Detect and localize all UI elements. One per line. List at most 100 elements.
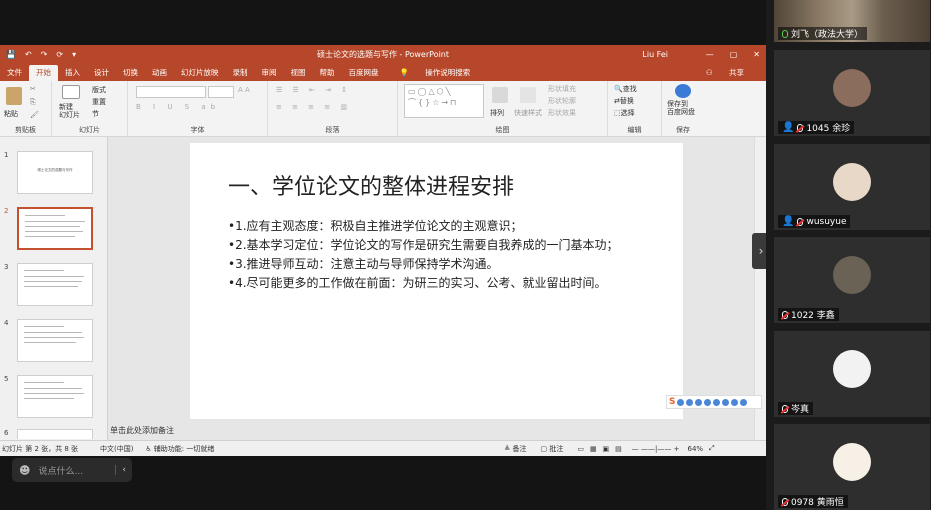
close-icon[interactable]: ✕ xyxy=(753,50,760,59)
new-slide-icon[interactable] xyxy=(62,85,80,99)
slide-thumbnail-4[interactable] xyxy=(17,319,93,362)
slide-thumbnail-1[interactable]: 硕士论文的选题与写作 xyxy=(17,151,93,194)
tab-baidu[interactable]: 百度网盘 xyxy=(342,65,386,81)
participant-tile[interactable]: 1022 李鑫 xyxy=(774,237,930,323)
font-format-buttons[interactable]: B I U S ab xyxy=(136,103,220,111)
slide-number-2: 2 xyxy=(4,207,9,215)
bullet-item[interactable]: •3.推进导师互动：注意主动与导师保持学术沟通。 xyxy=(228,257,648,272)
tab-view[interactable]: 视图 xyxy=(284,65,313,81)
language-status[interactable]: 中文(中国) xyxy=(100,444,133,454)
ime-icon xyxy=(713,398,721,406)
collapse-chat-icon[interactable]: ‹ xyxy=(115,465,126,475)
arrange-button[interactable]: 排列 xyxy=(490,108,504,118)
slide-number-4: 4 xyxy=(4,319,9,327)
slide-canvas[interactable]: 一、学位论文的整体进程安排 •1.应有主观态度：积极自主推进学位论文的主观意识；… xyxy=(190,143,683,419)
paste-button[interactable]: 粘贴 xyxy=(4,109,18,119)
layout-button[interactable]: 版式 xyxy=(92,85,106,95)
find-label: 查找 xyxy=(622,85,637,93)
tab-design[interactable]: 设计 xyxy=(87,65,116,81)
slide-thumbnail-2[interactable] xyxy=(17,207,93,250)
tab-file[interactable]: 文件 xyxy=(0,65,29,81)
quick-styles-button[interactable]: 快速样式 xyxy=(514,108,542,118)
reset-button[interactable]: 重置 xyxy=(92,97,106,107)
select-button[interactable]: ⬚选择 xyxy=(614,108,635,118)
thumb-line xyxy=(24,342,76,343)
bullet-item[interactable]: •4.尽可能更多的工作做在前面：为研三的实习、公考、就业留出时间。 xyxy=(228,276,648,291)
participant-tile[interactable]: 刘飞（政法大学） xyxy=(774,0,930,42)
tell-me-search[interactable]: 💡 操作说明搜索 xyxy=(386,65,485,81)
new-slide-button[interactable]: 新建 幻灯片 xyxy=(59,103,80,119)
editor-workspace: 1 硕士论文的选题与写作 2 3 4 5 6 一、学位论文的整体进程安排 •1.… xyxy=(0,137,766,443)
shape-effect-button[interactable]: 形状效果 xyxy=(548,108,576,118)
slide-thumbnail-3[interactable] xyxy=(17,263,93,306)
zoom-slider[interactable]: — ——|—— + xyxy=(632,445,680,453)
section-button[interactable]: 节 xyxy=(92,109,99,119)
shapes-gallery[interactable]: ▭◯△⬡╲ ⌒{}☆→⊓ xyxy=(404,84,484,118)
bullet-item[interactable]: •1.应有主观态度：积极自主推进学位论文的主观意识； xyxy=(228,219,648,234)
tab-insert[interactable]: 插入 xyxy=(58,65,87,81)
avatar xyxy=(833,350,871,388)
group-label-font: 字体 xyxy=(190,126,205,134)
font-family-select[interactable] xyxy=(136,86,206,98)
accessibility-status[interactable]: 辅助功能: 一切就绪 xyxy=(154,444,215,454)
shape-fill-button[interactable]: 形状填充 xyxy=(548,84,576,94)
participant-tile[interactable]: 👤 1045 余珍 xyxy=(774,50,930,136)
thumb-line xyxy=(25,215,65,216)
tab-record[interactable]: 录制 xyxy=(226,65,255,81)
view-buttons[interactable]: ▭▦▣▤ xyxy=(577,445,627,453)
zoom-level[interactable]: 64% xyxy=(687,445,703,453)
baidu-cloud-icon[interactable] xyxy=(675,84,691,98)
mic-muted-icon xyxy=(782,497,788,506)
notes-pane[interactable]: 单击此处添加备注 xyxy=(110,425,754,436)
save-to-baidu-button[interactable]: 保存到 百度网盘 xyxy=(667,100,695,116)
participant-tile[interactable]: 0978 黄雨恒 xyxy=(774,424,930,510)
tab-help[interactable]: 帮助 xyxy=(313,65,342,81)
ime-toolbar[interactable]: S xyxy=(666,395,762,409)
chat-input[interactable]: 说点什么... xyxy=(38,464,83,477)
replace-button[interactable]: ⇄替换 xyxy=(614,96,634,106)
participant-tile[interactable]: 👤 wusuyue xyxy=(774,144,930,230)
shape-icons: ▭◯△⬡╲ xyxy=(408,87,453,96)
tab-slideshow[interactable]: 幻灯片放映 xyxy=(174,65,226,81)
thumb-line xyxy=(25,236,75,237)
notes-button[interactable]: ≜ 备注 xyxy=(504,444,526,454)
paste-icon[interactable] xyxy=(6,87,22,105)
accessibility-icon: ♿ xyxy=(145,444,152,453)
ime-icon xyxy=(722,398,730,406)
slide-title[interactable]: 一、学位论文的整体进程安排 xyxy=(228,169,514,201)
format-painter-icon[interactable]: 🖌 xyxy=(30,111,39,119)
bullet-item[interactable]: •2.基本学习定位：学位论文的写作是研究生需要自我养成的一门基本功； xyxy=(228,238,648,253)
tab-home[interactable]: 开始 xyxy=(29,65,58,81)
tab-animations[interactable]: 动画 xyxy=(145,65,174,81)
ime-icon xyxy=(677,398,685,406)
arrange-icon[interactable] xyxy=(492,87,508,103)
slide-number-6: 6 xyxy=(4,429,9,437)
find-button[interactable]: 🔍查找 xyxy=(614,84,637,94)
emoji-icon[interactable]: ☻ xyxy=(19,464,30,477)
quick-styles-icon[interactable] xyxy=(520,87,536,103)
cut-icon[interactable]: ✂ xyxy=(30,85,36,93)
maximize-icon[interactable]: ▢ xyxy=(730,50,738,59)
align-buttons[interactable]: ≡ ≡ ≡ ≡ ▥ xyxy=(276,103,351,111)
copy-icon[interactable]: ⎘ xyxy=(30,98,36,107)
fit-slide-icon[interactable]: ⤢ xyxy=(709,444,715,453)
list-buttons[interactable]: ☰ ☰ ⇤ ⇥ ↕ xyxy=(276,86,351,94)
font-size-select[interactable] xyxy=(208,86,234,98)
share-button[interactable]: ⚇ 共享 xyxy=(692,65,758,81)
ppt-titlebar: 💾 ↶ ↷ ⟳ ▾ 硕士论文的选题与写作 - PowerPoint Liu Fe… xyxy=(0,45,766,63)
group-clipboard: 粘贴 ✂ ⎘ 🖌 剪贴板 xyxy=(0,81,52,136)
thumb-line xyxy=(24,286,78,287)
account-name[interactable]: Liu Fei xyxy=(642,50,668,59)
participant-tile[interactable]: 岑真 xyxy=(774,331,930,417)
slide-bullets[interactable]: •1.应有主观态度：积极自主推进学位论文的主观意识； •2.基本学习定位：学位论… xyxy=(228,219,648,295)
slide-thumbnail-6[interactable] xyxy=(17,429,93,439)
slide-thumbnail-5[interactable] xyxy=(17,375,93,418)
shape-outline-button[interactable]: 形状轮廓 xyxy=(548,96,576,106)
avatar xyxy=(833,256,871,294)
tab-transitions[interactable]: 切换 xyxy=(116,65,145,81)
tab-review[interactable]: 审阅 xyxy=(255,65,284,81)
minimize-icon[interactable]: — xyxy=(706,50,714,59)
comments-button[interactable]: ▢ 批注 xyxy=(540,444,563,454)
grow-font-icon[interactable]: A A xyxy=(238,86,250,94)
chat-input-bar[interactable]: ☻ 说点什么... ‹ xyxy=(12,458,132,482)
